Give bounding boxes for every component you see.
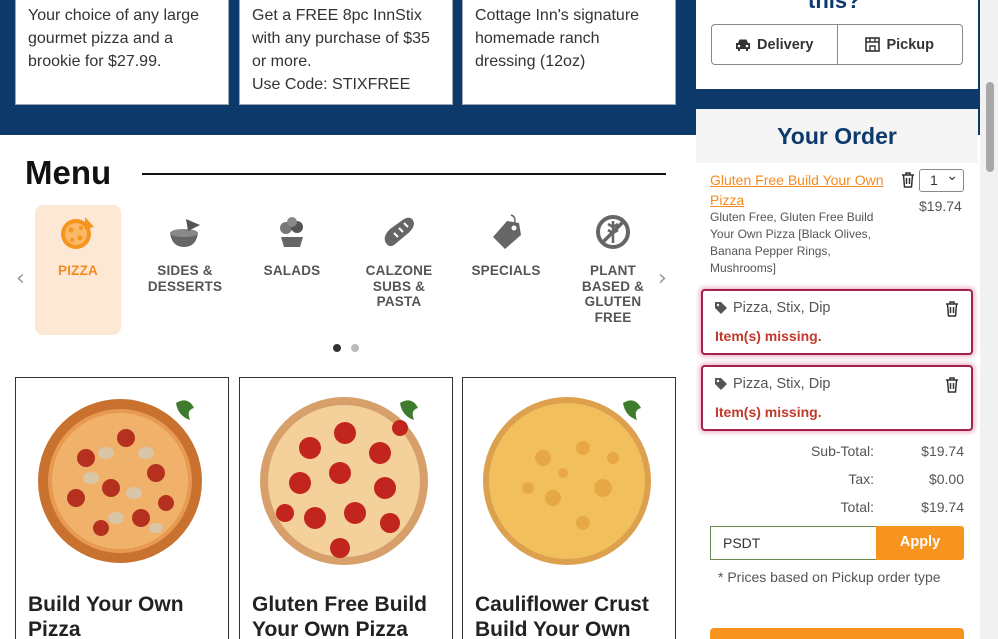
promo-text: Your choice of any large gourmet pizza a… — [28, 7, 200, 70]
menu-divider — [142, 173, 666, 175]
remove-item-trash-icon[interactable] — [901, 172, 915, 193]
price-note: * Prices based on Pickup order type — [718, 569, 941, 585]
missing-items-title-text: Pizza, Stix, Dip — [733, 300, 831, 316]
carousel-dot-active[interactable] — [333, 344, 341, 352]
bowl-icon — [170, 219, 200, 247]
product-name[interactable]: Gluten Free Build Your Own Pizza — [252, 592, 452, 639]
missing-items-alert[interactable]: Pizza, Stix, Dip Item(s) missing. — [701, 289, 973, 355]
product-image — [16, 378, 228, 583]
product-name[interactable]: Build Your Own Pizza — [28, 592, 228, 639]
promo-card[interactable]: Your choice of any large gourmet pizza a… — [15, 0, 229, 105]
category-pizza[interactable]: PIZZA — [35, 205, 121, 335]
category-sides-desserts[interactable]: SIDES & DESSERTS — [142, 205, 228, 335]
promo-card[interactable]: Cottage Inn's signature homemade ranch d… — [462, 0, 676, 105]
order-item-price: $19.74 — [919, 198, 962, 214]
category-label: SPECIALS — [471, 263, 541, 278]
pizza-icon — [61, 217, 94, 249]
promo-card[interactable]: Get a FREE 8pc InnStix with any purchase… — [239, 0, 453, 105]
category-label: SALADS — [263, 263, 321, 278]
order-panel: Your Order Gluten Free Build Your Own Pi… — [696, 109, 978, 639]
category-calzone-subs-pasta[interactable]: CALZONE SUBS & PASTA — [356, 205, 442, 335]
tag-icon — [493, 214, 521, 249]
carousel-next-button[interactable]: › — [658, 266, 667, 291]
missing-items-warning: Item(s) missing. — [715, 328, 822, 344]
category-label: PIZZA — [58, 263, 98, 278]
product-card[interactable]: Cauliflower Crust Build Your Own — [462, 377, 676, 639]
total-label: Total: — [840, 499, 874, 515]
promo-text: Get a FREE 8pc InnStix with any purchase… — [252, 7, 430, 93]
tax-value: $0.00 — [928, 471, 964, 487]
delivery-button[interactable]: Delivery — [712, 25, 837, 64]
remove-bundle-trash-icon[interactable] — [945, 301, 959, 322]
checkout-button[interactable] — [710, 628, 964, 639]
scrollbar-thumb[interactable] — [986, 82, 994, 172]
product-card[interactable]: Build Your Own Pizza — [15, 377, 229, 639]
remove-bundle-trash-icon[interactable] — [945, 377, 959, 398]
delivery-label: Delivery — [757, 36, 814, 53]
order-item-description: Gluten Free, Gluten Free Build Your Own … — [710, 210, 874, 275]
quantity-value: 1 — [930, 172, 938, 188]
subtotal-value: $19.74 — [921, 443, 964, 459]
product-card[interactable]: Gluten Free Build Your Own Pizza — [239, 377, 453, 639]
promo-text: Cottage Inn's signature homemade ranch d… — [475, 7, 640, 70]
subtotal-label: Sub-Total: — [810, 443, 874, 459]
category-specials[interactable]: SPECIALS — [463, 205, 549, 335]
fulfillment-heading: this? — [808, 0, 861, 13]
missing-items-alert[interactable]: Pizza, Stix, Dip Item(s) missing. — [701, 365, 973, 431]
bread-icon — [384, 217, 414, 247]
category-label: CALZONE SUBS & PASTA — [365, 263, 433, 309]
missing-items-title: Pizza, Stix, Dip — [715, 300, 831, 316]
tag-icon — [715, 378, 727, 390]
missing-items-warning: Item(s) missing. — [715, 404, 822, 420]
apply-promo-button[interactable]: Apply — [876, 526, 964, 560]
category-salads[interactable]: SALADS — [249, 205, 335, 335]
quantity-select[interactable]: 1 — [919, 166, 964, 192]
order-heading: Your Order — [696, 109, 978, 163]
product-image — [463, 378, 675, 583]
no-wheat-icon — [596, 215, 630, 249]
missing-items-title-text: Pizza, Stix, Dip — [733, 376, 831, 392]
order-item-link[interactable]: Gluten Free Build Your Own Pizza — [710, 170, 890, 210]
menu-title: Menu — [25, 154, 112, 191]
carousel-prev-button[interactable]: ‹ — [16, 266, 25, 291]
tag-icon — [715, 302, 727, 314]
total-value: $19.74 — [921, 499, 964, 515]
salad-icon — [280, 217, 303, 247]
category-label: PLANT BASED & GLUTEN FREE — [581, 263, 645, 325]
missing-items-title: Pizza, Stix, Dip — [715, 376, 831, 392]
pickup-button[interactable]: Pickup — [836, 25, 963, 64]
category-label: SIDES & DESSERTS — [147, 263, 223, 294]
car-icon — [736, 39, 751, 51]
category-plant-based-gluten-free[interactable]: PLANT BASED & GLUTEN FREE — [570, 205, 656, 335]
tax-label: Tax: — [848, 471, 874, 487]
store-icon — [865, 37, 881, 52]
product-name[interactable]: Cauliflower Crust Build Your Own — [475, 592, 675, 639]
fulfillment-toggle: Delivery Pickup — [711, 24, 963, 65]
pickup-label: Pickup — [886, 36, 935, 53]
carousel-dot[interactable] — [351, 344, 359, 352]
promo-code-input[interactable]: PSDT — [710, 526, 877, 560]
product-image — [240, 378, 452, 583]
